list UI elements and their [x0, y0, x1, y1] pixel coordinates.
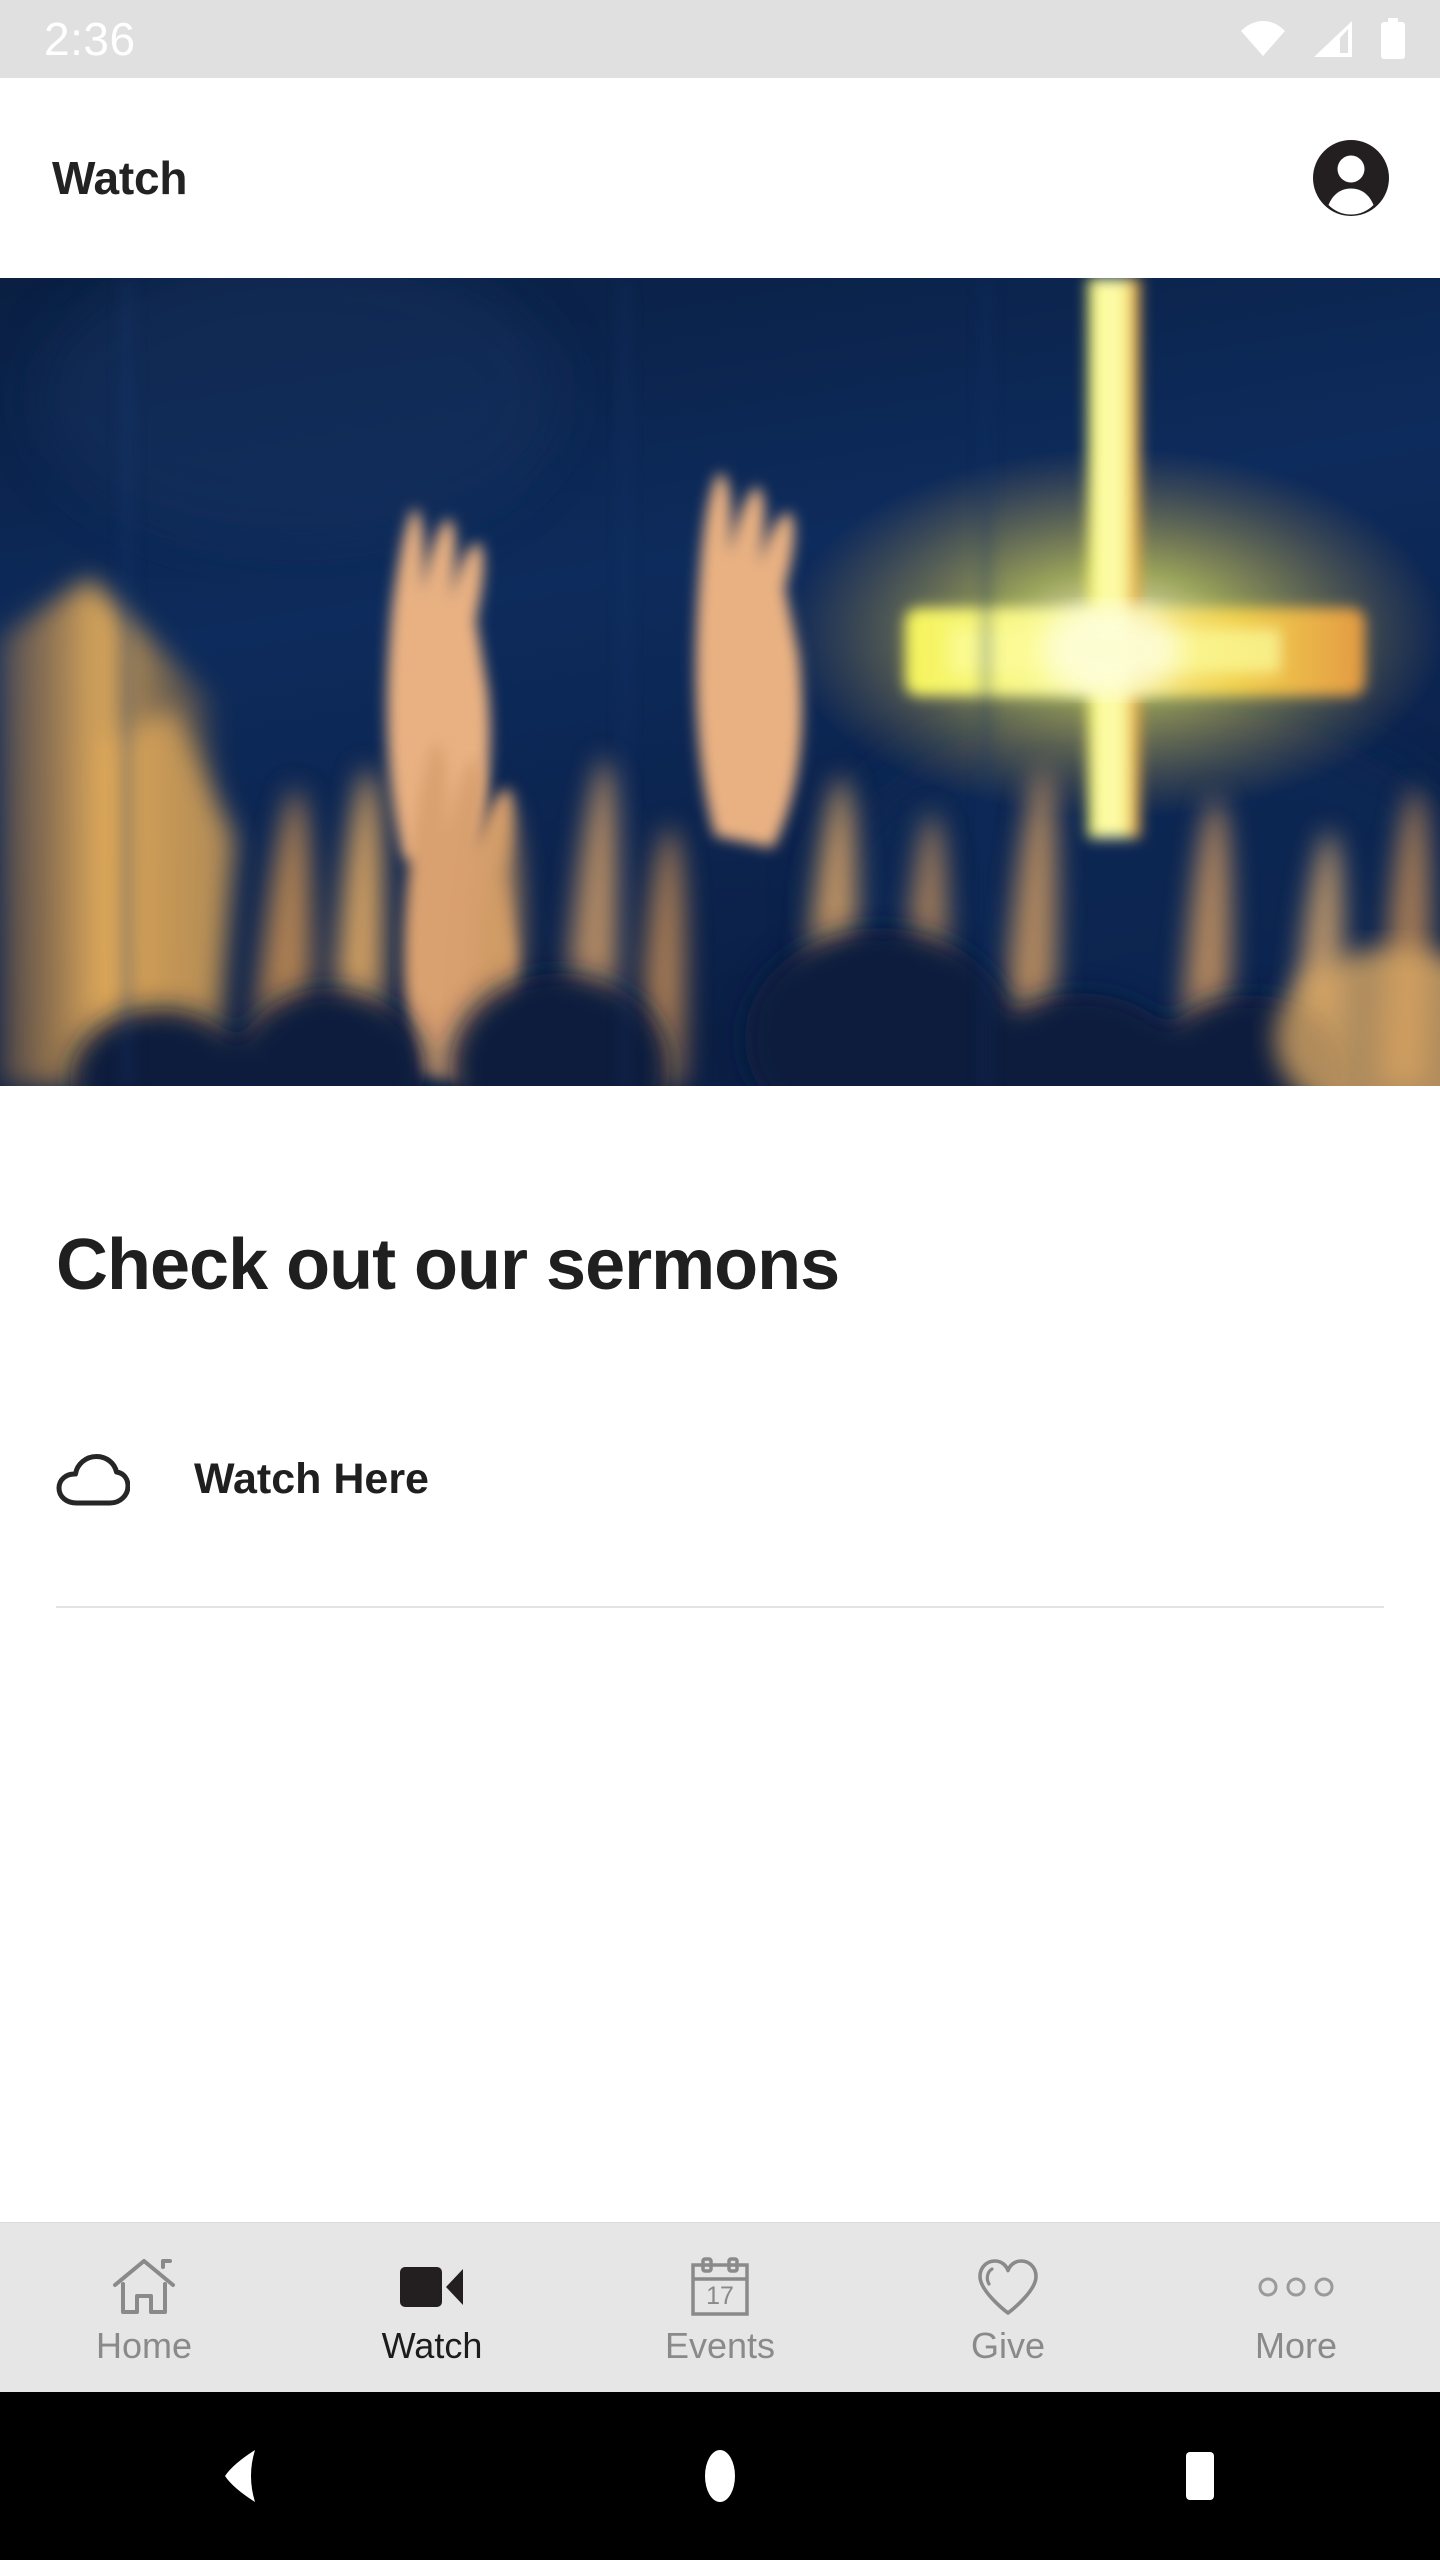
tab-watch[interactable]: Watch — [288, 2223, 576, 2392]
nav-back-button[interactable] — [160, 2426, 320, 2526]
tab-more-label: More — [1254, 2324, 1338, 2366]
calendar-day-number: 17 — [706, 2282, 734, 2310]
content-divider — [56, 1605, 1384, 1608]
home-icon — [112, 2256, 176, 2318]
page-heading: Check out our sermons — [56, 1225, 840, 1305]
recents-square-icon — [1180, 2448, 1220, 2504]
status-bar: 2:36 — [0, 0, 1440, 78]
battery-icon — [1380, 18, 1406, 60]
hero-image — [0, 278, 1440, 1086]
watch-here-label: Watch Here — [194, 1455, 429, 1504]
wifi-icon — [1240, 20, 1286, 58]
app-screen: 2:36 Watch Check out our sermons Watch H… — [0, 0, 1440, 2560]
android-nav-bar — [0, 2392, 1440, 2560]
tab-watch-label: Watch — [381, 2324, 483, 2366]
bottom-tab-bar: Home Watch 17 Events Give More — [0, 2222, 1440, 2392]
account-avatar-button[interactable] — [1310, 137, 1392, 219]
tab-events[interactable]: 17 Events — [576, 2223, 864, 2392]
tab-events-label: Events — [664, 2324, 776, 2366]
main-content: Check out our sermons Watch Here — [0, 1086, 1440, 2222]
page-title: Watch — [52, 152, 188, 204]
watch-here-link[interactable]: Watch Here — [56, 1432, 1384, 1528]
tab-home[interactable]: Home — [0, 2223, 288, 2392]
nav-recents-button[interactable] — [1120, 2426, 1280, 2526]
back-triangle-icon — [223, 2448, 257, 2504]
ellipsis-icon — [1258, 2256, 1334, 2318]
heart-icon — [977, 2256, 1039, 2318]
hero-illustration — [0, 278, 1440, 1086]
tab-more[interactable]: More — [1152, 2223, 1440, 2392]
tab-home-label: Home — [95, 2324, 193, 2366]
video-camera-icon — [399, 2256, 465, 2318]
account-circle-icon — [1312, 139, 1390, 217]
cloud-icon — [56, 1452, 142, 1508]
calendar-icon: 17 — [690, 2256, 750, 2318]
nav-home-button[interactable] — [640, 2426, 800, 2526]
home-circle-icon — [703, 2448, 737, 2504]
status-icon-group — [1240, 18, 1406, 60]
status-time: 2:36 — [44, 13, 136, 65]
tab-give-label: Give — [970, 2324, 1046, 2366]
cellular-signal-icon — [1312, 20, 1354, 58]
tab-give[interactable]: Give — [864, 2223, 1152, 2392]
app-header: Watch — [0, 78, 1440, 278]
